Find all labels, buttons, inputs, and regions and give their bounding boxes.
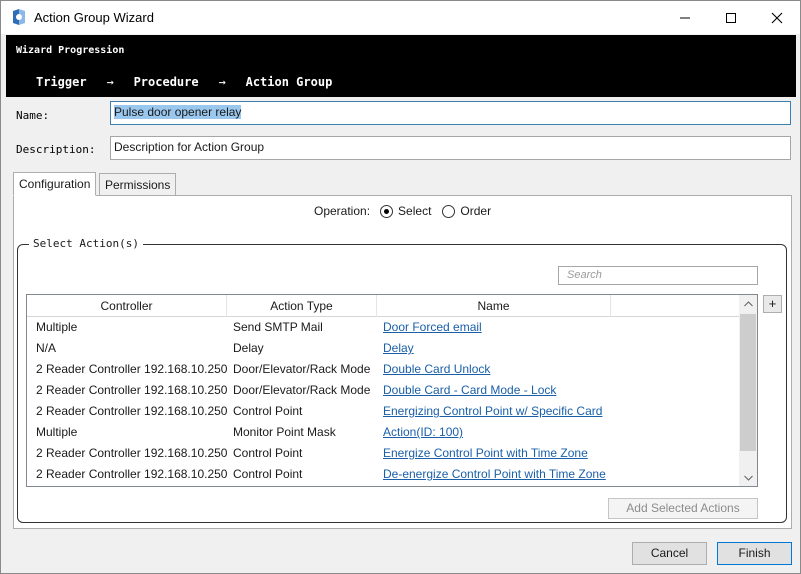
- operation-row: Operation: Select Order: [314, 204, 491, 218]
- banner-title: Wizard Progression: [16, 45, 125, 56]
- select-actions-title: Select Action(s): [29, 237, 143, 250]
- chevron-down-icon: [743, 475, 753, 481]
- step-arrow-icon: →: [218, 75, 226, 89]
- chevron-up-icon: [743, 300, 753, 306]
- cell-controller: Multiple: [36, 425, 78, 439]
- cell-controller: 2 Reader Controller 192.168.10.250: [36, 446, 227, 460]
- step-action-group: Action Group: [245, 75, 333, 89]
- wizard-progression-banner: Wizard Progression Trigger → Procedure →…: [6, 35, 796, 97]
- finish-button[interactable]: Finish: [717, 542, 792, 565]
- maximize-icon: [726, 12, 736, 23]
- action-name-link[interactable]: Action(ID: 100): [383, 425, 463, 439]
- add-action-button[interactable]: +: [763, 295, 782, 313]
- cell-controller: 2 Reader Controller 192.168.10.250: [36, 467, 227, 481]
- action-name-link[interactable]: Double Card Unlock: [383, 362, 490, 376]
- search-input[interactable]: Search: [558, 266, 758, 285]
- table-row[interactable]: 2 Reader Controller 192.168.10.250 Door/…: [27, 380, 740, 401]
- action-name-link[interactable]: Delay: [383, 341, 414, 355]
- close-button[interactable]: [754, 1, 800, 34]
- window-title: Action Group Wizard: [34, 10, 154, 25]
- minimize-icon: [680, 17, 690, 18]
- operation-order-label[interactable]: Order: [460, 204, 491, 218]
- cell-action-type: Control Point: [233, 467, 303, 481]
- cancel-button[interactable]: Cancel: [632, 542, 707, 565]
- actions-grid: Controller Action Type Name Multiple Sen…: [26, 294, 758, 487]
- cell-controller: Multiple: [36, 320, 78, 334]
- table-row[interactable]: 2 Reader Controller 192.168.10.250 Contr…: [27, 401, 740, 422]
- table-row[interactable]: 2 Reader Controller 192.168.10.250 Contr…: [27, 443, 740, 464]
- scroll-thumb[interactable]: [740, 314, 756, 451]
- title-bar: Action Group Wizard: [1, 1, 800, 34]
- cell-controller: 2 Reader Controller 192.168.10.250: [36, 404, 227, 418]
- table-row[interactable]: Multiple Monitor Point Mask Action(ID: 1…: [27, 422, 740, 443]
- step-trigger: Trigger: [36, 75, 87, 89]
- wizard-window: Action Group Wizard Wizard Progression T…: [0, 0, 801, 574]
- minimize-button[interactable]: [662, 1, 708, 34]
- action-name-link[interactable]: Energizing Control Point w/ Specific Car…: [383, 404, 602, 418]
- cell-action-type: Control Point: [233, 446, 303, 460]
- operation-select-label[interactable]: Select: [398, 204, 431, 218]
- cell-action-type: Send SMTP Mail: [233, 320, 323, 334]
- table-row[interactable]: 2 Reader Controller 192.168.10.250 Door/…: [27, 359, 740, 380]
- step-arrow-icon: →: [106, 75, 114, 89]
- table-row[interactable]: 2 Reader Controller 192.168.10.250 Contr…: [27, 464, 740, 485]
- action-name-link[interactable]: Double Card - Card Mode - Lock: [383, 383, 556, 397]
- tab-configuration[interactable]: Configuration: [13, 172, 97, 196]
- app-icon: [13, 9, 25, 25]
- name-field[interactable]: Pulse door opener relay: [110, 101, 791, 125]
- step-procedure: Procedure: [133, 75, 199, 89]
- add-selected-actions-button[interactable]: Add Selected Actions: [608, 498, 758, 519]
- column-header-action-type[interactable]: Action Type: [227, 295, 377, 317]
- description-field-value: Description for Action Group: [114, 140, 265, 154]
- wizard-steps: Trigger → Procedure → Action Group: [36, 75, 332, 89]
- operation-select-radio[interactable]: [380, 204, 394, 218]
- cell-controller: 2 Reader Controller 192.168.10.250: [36, 383, 227, 397]
- name-label: Name:: [16, 109, 50, 122]
- maximize-button[interactable]: [708, 1, 754, 34]
- description-field[interactable]: Description for Action Group: [110, 136, 791, 160]
- operation-label: Operation:: [314, 204, 371, 218]
- scroll-up-button[interactable]: [739, 295, 757, 312]
- vertical-scrollbar[interactable]: [739, 295, 757, 486]
- action-name-link[interactable]: Door Forced email: [383, 320, 482, 334]
- cell-action-type: Control Point: [233, 404, 303, 418]
- action-name-link[interactable]: De-energize Control Point with Time Zone: [383, 467, 606, 481]
- cell-controller: 2 Reader Controller 192.168.10.250: [36, 362, 227, 376]
- operation-order-radio[interactable]: [442, 204, 456, 218]
- column-header-empty: [611, 295, 740, 317]
- cell-action-type: Monitor Point Mask: [233, 425, 336, 439]
- table-row[interactable]: N/A Delay Delay: [27, 338, 740, 359]
- cell-action-type: Delay: [233, 341, 264, 355]
- table-row[interactable]: Multiple Send SMTP Mail Door Forced emai…: [27, 317, 740, 338]
- cell-action-type: Door/Elevator/Rack Mode: [233, 383, 371, 397]
- column-header-name[interactable]: Name: [377, 295, 611, 317]
- tab-permissions[interactable]: Permissions: [99, 173, 177, 196]
- close-icon: [771, 12, 783, 23]
- description-label: Description:: [16, 143, 96, 156]
- grid-header: Controller Action Type Name: [27, 295, 740, 317]
- name-field-value: Pulse door opener relay: [114, 105, 242, 119]
- cell-action-type: Door/Elevator/Rack Mode: [233, 362, 371, 376]
- scroll-down-button[interactable]: [739, 469, 757, 486]
- cell-controller: N/A: [36, 341, 57, 355]
- column-header-controller[interactable]: Controller: [27, 295, 227, 317]
- action-name-link[interactable]: Energize Control Point with Time Zone: [383, 446, 588, 460]
